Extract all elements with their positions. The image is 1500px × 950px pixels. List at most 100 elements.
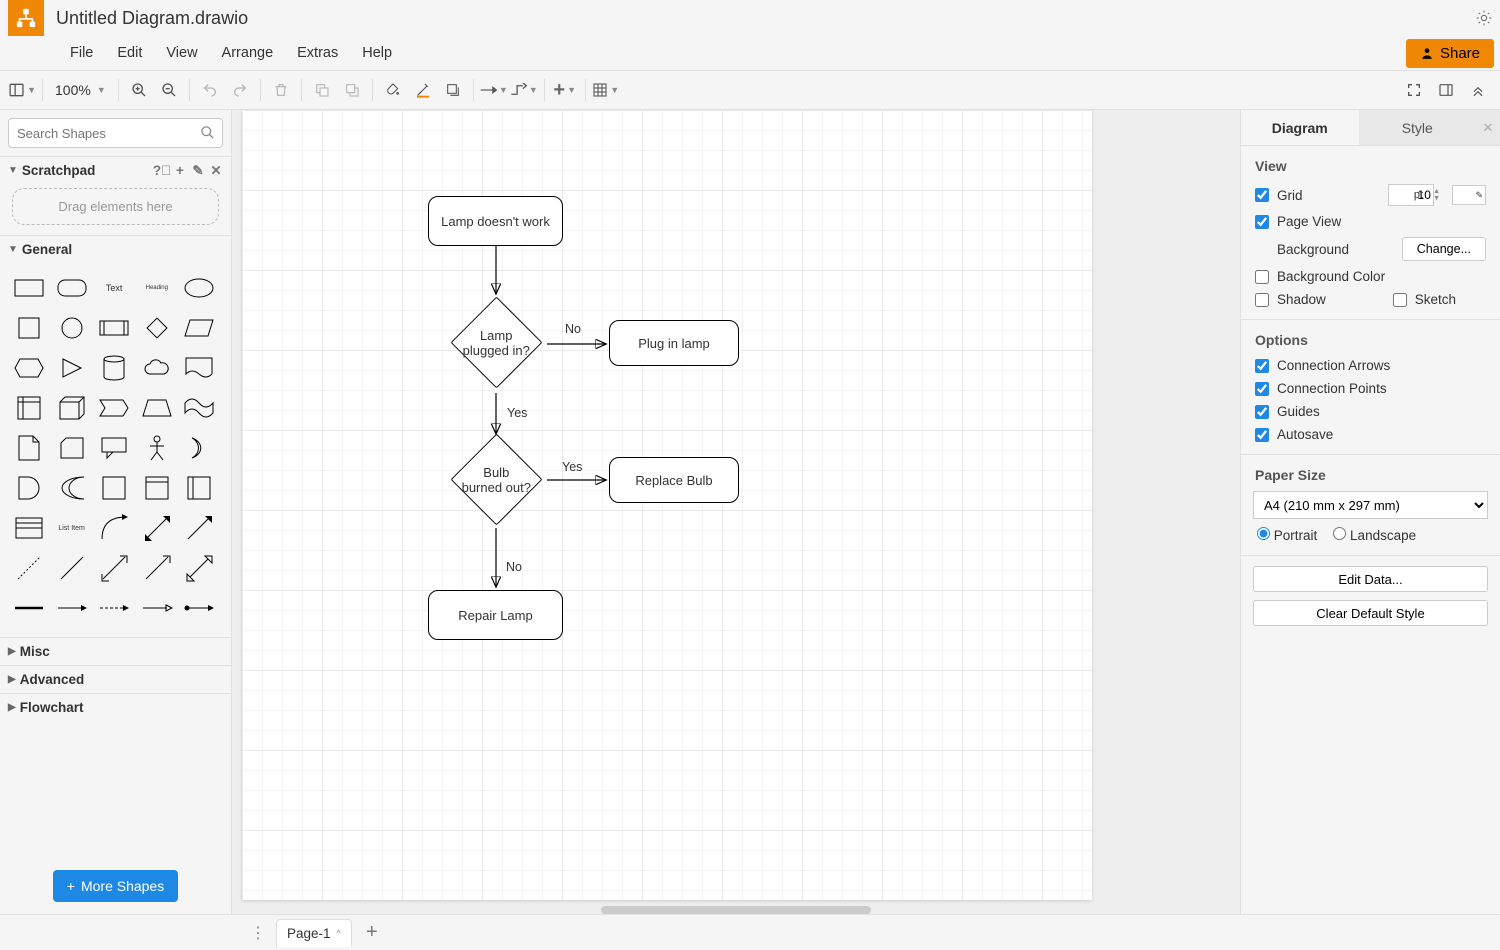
shape-line[interactable]: [53, 549, 91, 587]
grid-color-button[interactable]: ✎: [1452, 185, 1486, 205]
menu-file[interactable]: File: [60, 41, 103, 65]
menu-arrange[interactable]: Arrange: [212, 41, 284, 65]
page-menu-button[interactable]: ⋮: [248, 923, 268, 943]
shape-link-arrow[interactable]: [53, 589, 91, 627]
shape-heading[interactable]: Heading: [138, 269, 176, 307]
shape-container-v[interactable]: [180, 469, 218, 507]
sketch-label[interactable]: Sketch: [1415, 292, 1456, 307]
shape-rounded-rectangle[interactable]: [53, 269, 91, 307]
flowchart-node-repair[interactable]: Repair Lamp: [428, 590, 563, 640]
background-color-label[interactable]: Background Color: [1277, 269, 1385, 284]
share-button[interactable]: Share: [1406, 39, 1494, 68]
shadow-button[interactable]: [439, 76, 467, 104]
table-button[interactable]: ▼: [592, 76, 620, 104]
canvas-page[interactable]: Lamp doesn't work Lamp plugged in? No Pl…: [242, 110, 1092, 900]
shape-container[interactable]: [138, 469, 176, 507]
section-misc[interactable]: ▶ Misc: [0, 637, 231, 665]
zoom-select[interactable]: 100%▼: [49, 76, 112, 104]
shape-or[interactable]: [10, 469, 48, 507]
edit-icon[interactable]: ✎: [191, 164, 205, 178]
shape-rectangle[interactable]: [10, 269, 48, 307]
tab-style[interactable]: Style: [1359, 110, 1477, 145]
canvas[interactable]: Lamp doesn't work Lamp plugged in? No Pl…: [232, 110, 1240, 914]
to-front-button[interactable]: [308, 76, 336, 104]
grid-checkbox[interactable]: [1255, 188, 1269, 202]
fullscreen-button[interactable]: [1400, 76, 1428, 104]
flowchart-node-decision-plugged[interactable]: Lamp plugged in?: [451, 297, 543, 389]
menu-edit[interactable]: Edit: [107, 41, 152, 65]
page-view-checkbox[interactable]: [1255, 215, 1269, 229]
help-icon[interactable]: ?⃝: [155, 164, 169, 178]
shape-text[interactable]: Text: [95, 269, 133, 307]
close-panel-button[interactable]: ✕: [1476, 110, 1500, 145]
page-view-label[interactable]: Page View: [1277, 214, 1341, 229]
close-icon[interactable]: ✕: [209, 164, 223, 178]
edge-label-yes2[interactable]: Yes: [562, 460, 582, 474]
shape-internal-storage[interactable]: [10, 389, 48, 427]
search-shapes-input[interactable]: [8, 118, 223, 148]
shape-curve[interactable]: [95, 509, 133, 547]
shape-list[interactable]: [10, 509, 48, 547]
edge-label-no[interactable]: No: [565, 322, 581, 336]
scratchpad-header[interactable]: ▼ Scratchpad ?⃝ + ✎ ✕: [0, 156, 231, 184]
connection-arrows-checkbox[interactable]: [1255, 359, 1269, 373]
shape-data-storage[interactable]: [95, 469, 133, 507]
collapse-toolbar-button[interactable]: [1464, 76, 1492, 104]
sidebar-toggle-button[interactable]: ▼: [8, 76, 36, 104]
shape-triangle[interactable]: [53, 349, 91, 387]
delete-button[interactable]: [267, 76, 295, 104]
paper-size-select[interactable]: A4 (210 mm x 297 mm): [1253, 491, 1488, 519]
shape-moon[interactable]: [180, 429, 218, 467]
shape-callout[interactable]: [95, 429, 133, 467]
shape-open-bidir-arrow[interactable]: [180, 549, 218, 587]
shape-thin-bidir-arrow[interactable]: [95, 549, 133, 587]
format-panel-toggle-button[interactable]: [1432, 76, 1460, 104]
connection-style-button[interactable]: ▼: [480, 76, 508, 104]
shadow-checkbox[interactable]: [1255, 293, 1269, 307]
shape-circle[interactable]: [53, 309, 91, 347]
shape-bidirectional-arrow[interactable]: [138, 509, 176, 547]
tab-diagram[interactable]: Diagram: [1241, 110, 1359, 145]
stepper-up-icon[interactable]: ▲: [1433, 188, 1440, 195]
shape-cloud[interactable]: [138, 349, 176, 387]
shape-ellipse[interactable]: [180, 269, 218, 307]
add-icon[interactable]: +: [173, 164, 187, 178]
zoom-out-button[interactable]: [155, 76, 183, 104]
shape-step[interactable]: [95, 389, 133, 427]
scratchpad-dropzone[interactable]: Drag elements here: [12, 188, 219, 225]
portrait-radio[interactable]: Portrait: [1257, 527, 1317, 543]
edge-label-yes[interactable]: Yes: [507, 406, 527, 420]
guides-checkbox[interactable]: [1255, 405, 1269, 419]
more-shapes-button[interactable]: + More Shapes: [53, 870, 178, 902]
edit-data-button[interactable]: Edit Data...: [1253, 566, 1488, 592]
zoom-in-button[interactable]: [125, 76, 153, 104]
autosave-checkbox[interactable]: [1255, 428, 1269, 442]
section-advanced[interactable]: ▶ Advanced: [0, 665, 231, 693]
shape-parallelogram[interactable]: [180, 309, 218, 347]
flowchart-node-plug-in[interactable]: Plug in lamp: [609, 320, 739, 366]
to-back-button[interactable]: [338, 76, 366, 104]
flowchart-node-start[interactable]: Lamp doesn't work: [428, 196, 563, 246]
stepper-down-icon[interactable]: ▼: [1433, 195, 1440, 202]
shape-document[interactable]: [180, 349, 218, 387]
shape-list-item[interactable]: List Item: [53, 509, 91, 547]
shape-thin-arrow[interactable]: [138, 549, 176, 587]
shape-and[interactable]: [53, 469, 91, 507]
undo-button[interactable]: [196, 76, 224, 104]
grid-label[interactable]: Grid: [1277, 188, 1303, 203]
shape-dashed-line[interactable]: [10, 549, 48, 587]
shape-process[interactable]: [95, 309, 133, 347]
shape-arrow[interactable]: [180, 509, 218, 547]
grid-size-input[interactable]: [1388, 184, 1434, 206]
redo-button[interactable]: [226, 76, 254, 104]
horizontal-scrollbar[interactable]: [601, 906, 871, 914]
shape-trapezoid[interactable]: [138, 389, 176, 427]
shape-card[interactable]: [53, 429, 91, 467]
menu-help[interactable]: Help: [352, 41, 402, 65]
theme-toggle-icon[interactable]: [1476, 10, 1492, 26]
shape-tape[interactable]: [180, 389, 218, 427]
shape-cube[interactable]: [53, 389, 91, 427]
shape-link-open-arrow[interactable]: [138, 589, 176, 627]
connection-points-checkbox[interactable]: [1255, 382, 1269, 396]
shape-square[interactable]: [10, 309, 48, 347]
